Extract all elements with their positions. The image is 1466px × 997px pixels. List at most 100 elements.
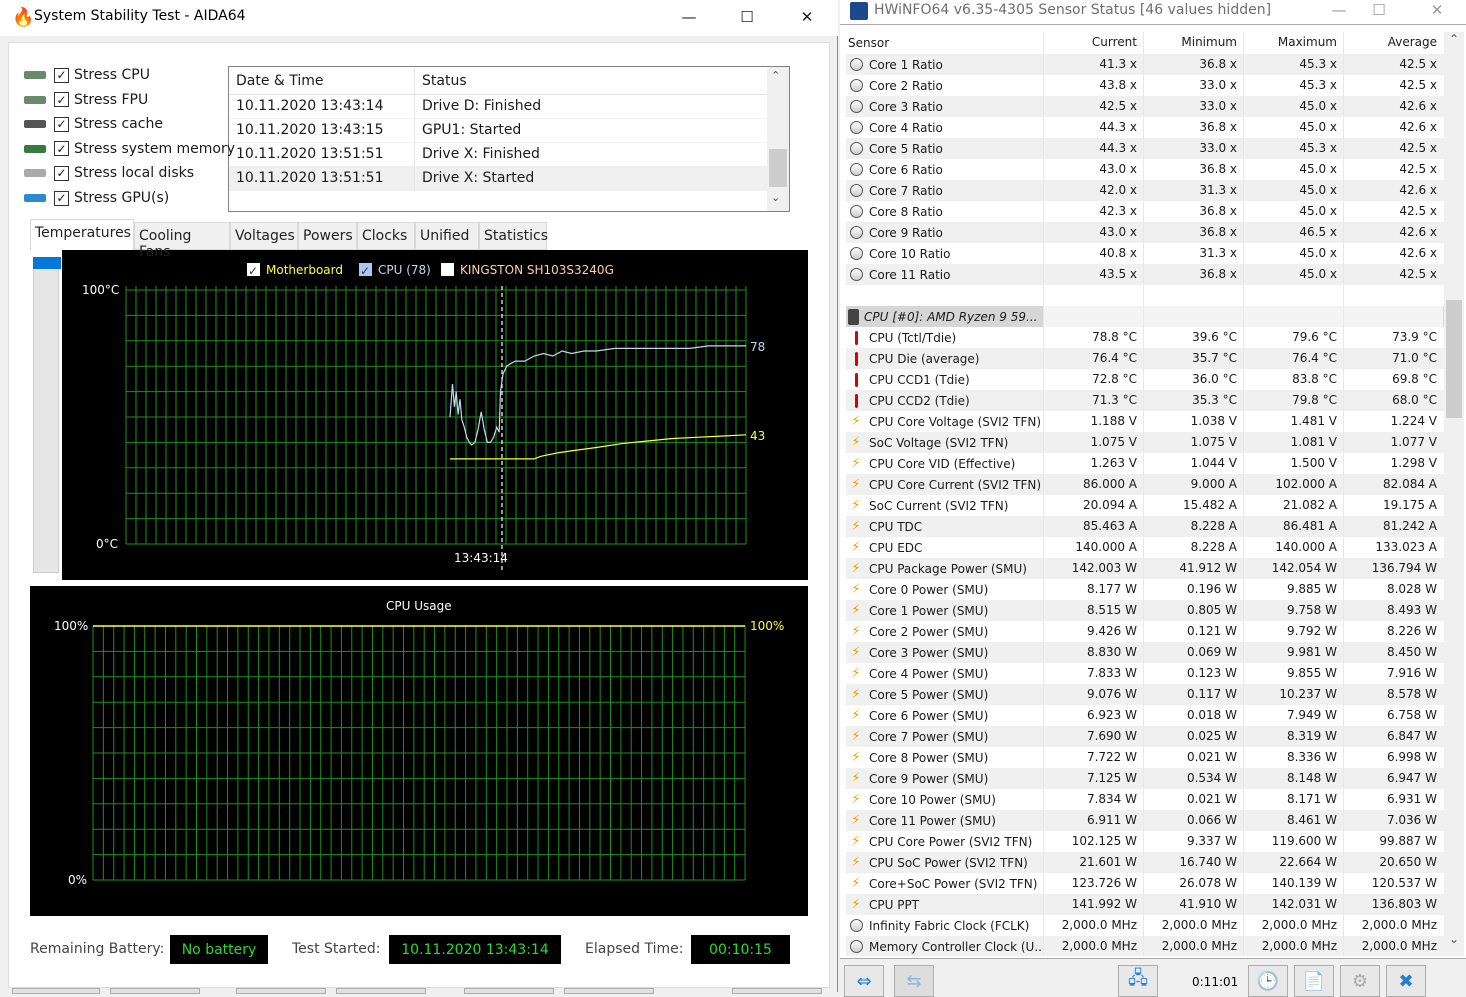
checkbox[interactable]: ✓ xyxy=(54,116,69,132)
checkbox[interactable]: ✓ xyxy=(54,92,69,108)
checkbox[interactable]: ✓ xyxy=(54,67,69,83)
reset-timer-button[interactable]: 🕒 xyxy=(1248,965,1288,997)
sensor-row[interactable]: ⚡ Core+SoC Power (SVI2 TFN) 123.726 W 26.07… xyxy=(846,873,1444,894)
stress-option[interactable]: ✓ Stress FPU xyxy=(24,88,148,112)
scroll-down-icon[interactable]: ⌄ xyxy=(1449,932,1459,946)
sensor-row[interactable]: ⚡ CPU PPT 141.992 W 41.910 W 142.031 W 136.80… xyxy=(846,894,1444,915)
tab-clocks[interactable]: Clocks xyxy=(357,222,415,250)
stress-option[interactable]: ✓ Stress GPU(s) xyxy=(24,186,169,210)
sensor-row[interactable]: ⚡ CPU Core Voltage (SVI2 TFN) 1.188 V 1.038… xyxy=(846,411,1444,432)
sensor-row[interactable]: ⚡ Core 9 Power (SMU) 7.125 W 0.534 W 8.148 W… xyxy=(846,768,1444,789)
sensor-row[interactable]: ⚡ SoC Voltage (SVI2 TFN) 1.075 V 1.075 V 1.0… xyxy=(846,432,1444,453)
stop-button[interactable] xyxy=(110,988,200,994)
sensor-row[interactable]: ⚡ SoC Current (SVI2 TFN) 20.094 A 15.482 A2… xyxy=(846,495,1444,516)
tab-statistics[interactable]: Statistics xyxy=(479,222,548,250)
column-header-maximum[interactable]: Maximum xyxy=(1243,32,1343,54)
minimize-button[interactable]: — xyxy=(660,0,718,34)
log-row[interactable]: 10.11.2020 13:51:51 Drive X: Started xyxy=(229,167,789,191)
stress-option[interactable]: ✓ Stress system memory xyxy=(24,137,235,161)
checkbox[interactable]: ✓ xyxy=(54,141,69,157)
sensor-row[interactable]: ⚡ CPU Core Current (SVI2 TFN) 86.000 A 9.00… xyxy=(846,474,1444,495)
scroll-up-icon[interactable]: ⌃ xyxy=(771,69,780,82)
tab-cooling-fans[interactable]: Cooling Fans xyxy=(134,222,230,260)
sensor-row[interactable]: ⚡ CPU Package Power (SMU) 142.003 W 41.912 … xyxy=(846,558,1444,579)
sensor-row[interactable]: ⚡ Core 3 Power (SMU) 8.830 W 0.069 W 9.981 W… xyxy=(846,642,1444,663)
start-button[interactable] xyxy=(12,988,100,994)
column-header-average[interactable]: Average xyxy=(1343,32,1443,54)
column-header-status[interactable]: Status xyxy=(415,67,767,94)
sensor-row[interactable]: ⚡ CPU EDC 140.000 A 8.228 A 140.000 A 133.023… xyxy=(846,537,1444,558)
sensor-row[interactable]: ⚡ Core 4 Power (SMU) 7.833 W 0.123 W 9.855 W… xyxy=(846,663,1444,684)
sensor-row[interactable]: CPU CCD2 (Tdie) 71.3 °C 35.3 °C 79.8 °C 68.0… xyxy=(846,390,1444,411)
column-header-sensor[interactable]: Sensor xyxy=(846,32,1043,54)
sensor-row[interactable]: ⚡ Core 1 Power (SMU) 8.515 W 0.805 W 9.758 W… xyxy=(846,600,1444,621)
clear-button[interactable] xyxy=(236,988,326,994)
log-row[interactable]: 10.11.2020 13:43:14 Drive D: Finished xyxy=(229,95,789,119)
hwinfo-close-button[interactable]: ✕ xyxy=(1408,0,1466,20)
sensor-row[interactable]: Core 4 Ratio 44.3 x 36.8 x 45.0 x 42.6 x xyxy=(846,117,1444,138)
stress-option[interactable]: ✓ Stress local disks xyxy=(24,161,194,185)
sensor-row[interactable]: ⚡ Core 6 Power (SMU) 6.923 W 0.018 W 7.949 W… xyxy=(846,705,1444,726)
checkbox[interactable]: ✓ xyxy=(54,190,69,206)
sensor-row[interactable]: Core 8 Ratio 42.3 x 36.8 x 45.0 x 42.5 x xyxy=(846,201,1444,222)
save-button[interactable] xyxy=(336,988,426,994)
sensor-row[interactable]: ⚡ Core 10 Power (SMU) 7.834 W 0.021 W 8.171 … xyxy=(846,789,1444,810)
preferences-button[interactable] xyxy=(564,988,654,994)
log-row[interactable]: 10.11.2020 13:51:51 Drive X: Finished xyxy=(229,143,789,167)
sensor-row[interactable]: ⚡ Core 11 Power (SMU) 6.911 W 0.066 W 8.461 … xyxy=(846,810,1444,831)
sensor-row[interactable]: Core 1 Ratio 41.3 x 36.8 x 45.3 x 42.5 x xyxy=(846,54,1444,75)
sensor-row[interactable]: ⚡ CPU Core VID (Effective) 1.263 V 1.044 V1… xyxy=(846,453,1444,474)
sensor-row[interactable]: Core 2 Ratio 43.8 x 33.0 x 45.3 x 42.5 x xyxy=(846,75,1444,96)
sensor-row[interactable]: Core 7 Ratio 42.0 x 31.3 x 45.0 x 42.6 x xyxy=(846,180,1444,201)
stress-option[interactable]: ✓ Stress cache xyxy=(24,112,163,136)
scroll-thumb[interactable] xyxy=(1446,300,1462,418)
tab-temperatures[interactable]: Temperatures xyxy=(30,219,134,250)
sensor-row[interactable]: CPU CCD1 (Tdie) 72.8 °C 36.0 °C 83.8 °C 69.8… xyxy=(846,369,1444,390)
sensor-row[interactable]: Core 6 Ratio 43.0 x 36.8 x 45.0 x 42.5 x xyxy=(846,159,1444,180)
sensor-row[interactable]: Core 5 Ratio 44.3 x 33.0 x 45.3 x 42.5 x xyxy=(846,138,1444,159)
sensor-row[interactable] xyxy=(846,285,1444,306)
close-sensors-button[interactable]: ✖ xyxy=(1386,965,1426,997)
column-header-minimum[interactable]: Minimum xyxy=(1143,32,1243,54)
expand-columns-button[interactable]: ⇔ xyxy=(844,965,884,997)
sensor-row[interactable]: ⚡ Core 2 Power (SMU) 9.426 W 0.121 W 9.792 W… xyxy=(846,621,1444,642)
tab-unified[interactable]: Unified xyxy=(415,222,479,250)
checkbox[interactable]: ✓ xyxy=(54,165,69,181)
logging-button[interactable]: 📄 xyxy=(1294,965,1334,997)
scroll-up-icon[interactable]: ⌃ xyxy=(1449,32,1459,46)
network-button[interactable]: 🖧 xyxy=(1118,965,1158,997)
sensor-row[interactable]: Core 11 Ratio 43.5 x 36.8 x 45.0 x 42.5 x xyxy=(846,264,1444,285)
hwinfo-maximize-button[interactable]: ☐ xyxy=(1350,0,1408,20)
maximize-button[interactable]: ☐ xyxy=(718,0,776,34)
tab-powers[interactable]: Powers xyxy=(298,222,357,250)
stress-option[interactable]: ✓ Stress CPU xyxy=(24,63,150,87)
column-header-current[interactable]: Current xyxy=(1043,32,1143,54)
sensor-group-row[interactable]: CPU [#0]: AMD Ryzen 9 59... xyxy=(846,306,1444,327)
scroll-thumb[interactable] xyxy=(769,149,787,187)
sensor-row[interactable]: ⚡ Core 8 Power (SMU) 7.722 W 0.021 W 8.336 W… xyxy=(846,747,1444,768)
aida-close-button[interactable] xyxy=(732,988,822,994)
sensor-row[interactable]: Infinity Fabric Clock (FCLK) 2,000.0 MHz 2… xyxy=(846,915,1444,936)
sensor-row[interactable]: ⚡ Core 7 Power (SMU) 7.690 W 0.025 W 8.319 W… xyxy=(846,726,1444,747)
sensor-row[interactable]: ⚡ CPU SoC Power (SVI2 TFN) 21.601 W 16.740 … xyxy=(846,852,1444,873)
sensor-row[interactable]: ⚡ CPU Core Power (SVI2 TFN) 102.125 W 9.337… xyxy=(846,831,1444,852)
log-scrollbar[interactable]: ⌃ ⌄ xyxy=(767,67,789,211)
log-row[interactable]: 10.11.2020 13:43:15 GPU1: Started xyxy=(229,119,789,143)
sensor-row[interactable]: CPU (Tctl/Tdie) 78.8 °C 39.6 °C 79.6 °C 73.9… xyxy=(846,327,1444,348)
sensor-row[interactable]: ⚡ Core 5 Power (SMU) 9.076 W 0.117 W 10.237 … xyxy=(846,684,1444,705)
column-header-datetime[interactable]: Date & Time xyxy=(229,67,415,94)
sensor-row[interactable]: Core 3 Ratio 42.5 x 33.0 x 45.0 x 42.6 x xyxy=(846,96,1444,117)
sensor-row[interactable]: Core 9 Ratio 43.0 x 36.8 x 46.5 x 42.6 x xyxy=(846,222,1444,243)
legend-checkbox[interactable] xyxy=(441,263,454,276)
collapse-columns-button[interactable]: ⇆ xyxy=(894,965,934,997)
sensor-row[interactable]: Memory Controller Clock (U... 2,000.0 MHz… xyxy=(846,936,1444,956)
scroll-down-icon[interactable]: ⌄ xyxy=(771,191,780,204)
settings-button[interactable]: ⚙ xyxy=(1340,965,1380,997)
close-button[interactable]: ✕ xyxy=(778,0,836,34)
sensor-row[interactable]: CPU Die (average) 76.4 °C 35.7 °C 76.4 °C 71… xyxy=(846,348,1444,369)
sensor-row[interactable]: ⚡ CPU TDC 85.463 A 8.228 A 86.481 A 81.242 A xyxy=(846,516,1444,537)
sensor-row[interactable]: Core 10 Ratio 40.8 x 31.3 x 45.0 x 42.6 x xyxy=(846,243,1444,264)
tab-voltages[interactable]: Voltages xyxy=(230,222,298,250)
cpuid-button[interactable] xyxy=(464,988,554,994)
sensor-scrollbar[interactable]: ⌃ ⌄ xyxy=(1444,32,1464,956)
